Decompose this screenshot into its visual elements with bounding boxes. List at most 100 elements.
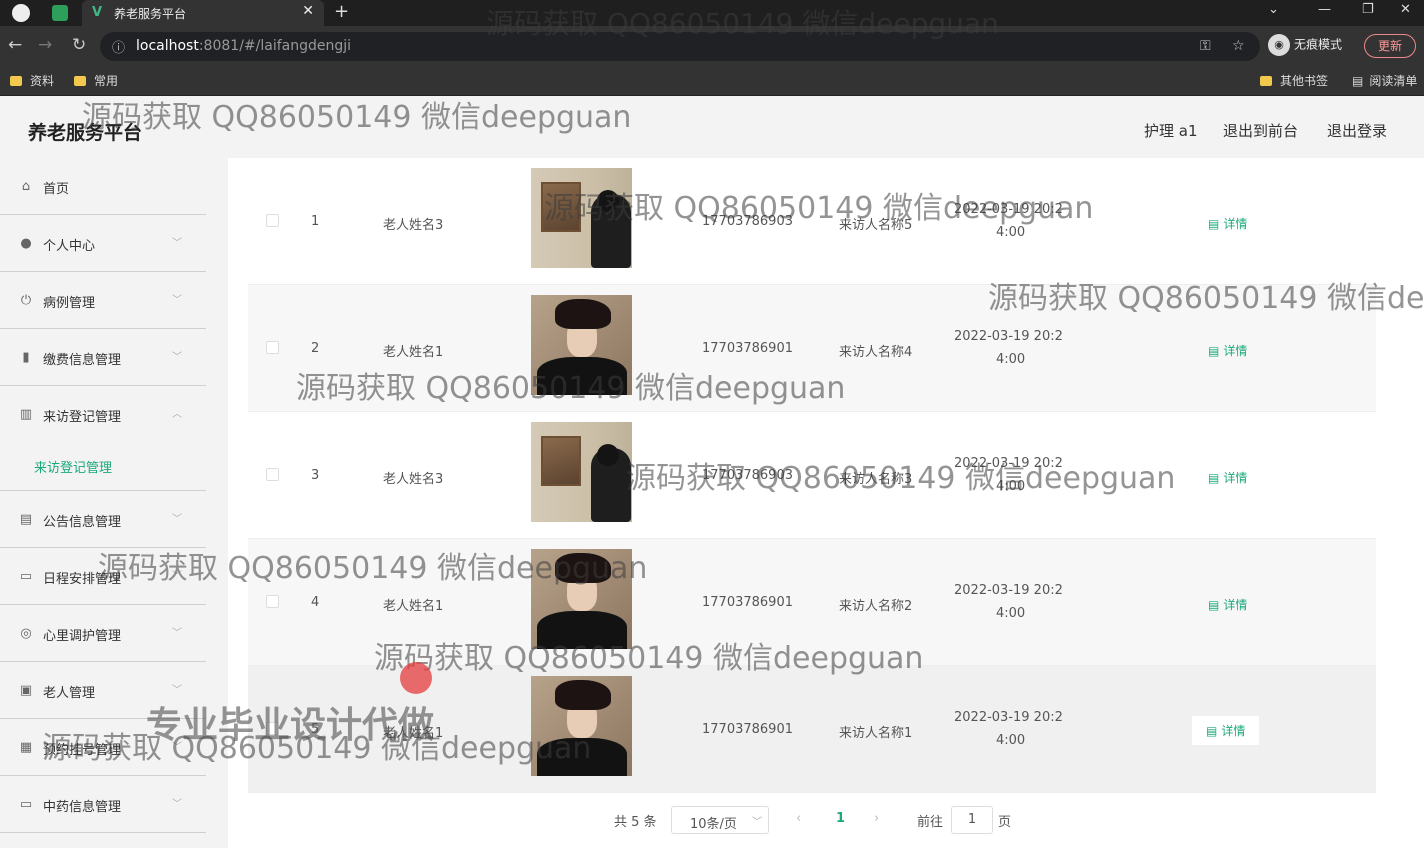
- exit-to-frontend-link[interactable]: 退出到前台: [1223, 120, 1298, 141]
- next-page-icon[interactable]: ›: [874, 811, 879, 826]
- page-number-current[interactable]: 1: [836, 811, 845, 826]
- goto-page-input[interactable]: 1: [951, 806, 993, 834]
- folder-icon: [74, 76, 86, 86]
- sidebar-item-label: 来访登记管理: [43, 410, 122, 425]
- folder-icon: [1260, 76, 1272, 86]
- bookmark-folder[interactable]: 常用: [74, 72, 118, 89]
- sidebar-item-notices[interactable]: ▤ 公告信息管理 ﹀: [0, 491, 206, 548]
- detail-button[interactable]: ▤ 详情: [1208, 215, 1247, 232]
- detail-button[interactable]: ▤ 详情: [1192, 716, 1260, 745]
- visitor-photo: [531, 549, 632, 649]
- sidebar-item-visits[interactable]: ▥ 来访登记管理 ︿: [0, 386, 206, 443]
- tab-search-icon[interactable]: ⌄: [1268, 2, 1279, 17]
- visit-time-cont: 4:00: [996, 479, 1026, 494]
- sidebar-item-label: 预约挂号管理: [43, 743, 122, 758]
- reload-icon[interactable]: ↻: [72, 35, 86, 55]
- update-button[interactable]: 更新: [1364, 34, 1416, 58]
- site-info-icon[interactable]: ⓘ: [112, 37, 125, 56]
- detail-button[interactable]: ▤ 详情: [1208, 596, 1247, 613]
- sidebar-item-label: 缴费信息管理: [43, 353, 122, 368]
- back-icon[interactable]: ←: [8, 35, 22, 55]
- key-icon[interactable]: ⚿: [1200, 38, 1211, 54]
- sidebar-item-label: 公告信息管理: [43, 515, 122, 530]
- incognito-indicator[interactable]: ◉ 无痕模式: [1268, 34, 1342, 56]
- sidebar-item-home[interactable]: ⌂ 首页: [0, 158, 206, 215]
- sidebar-item-payments[interactable]: ▮ 缴费信息管理 ﹀: [0, 329, 206, 386]
- doc-x-icon: ▣: [19, 683, 33, 698]
- phone: 17703786901: [702, 595, 793, 610]
- address-bar[interactable]: ⓘ localhost:8081/#/laifangdengji ⚿ ☆: [100, 32, 1260, 61]
- current-user-link[interactable]: 护理 a1: [1144, 120, 1198, 141]
- tab-active[interactable]: V 养老服务平台 ✕: [82, 0, 324, 26]
- sidebar-item-cases[interactable]: ⏻ 病例管理 ﹀: [0, 272, 206, 329]
- visit-time: 2022-03-19 20:2: [954, 456, 1063, 471]
- minimize-icon[interactable]: —: [1318, 2, 1331, 17]
- chevron-down-icon: ﹀: [172, 571, 182, 582]
- visitor-photo: [531, 295, 632, 395]
- visitor-photo: [531, 422, 632, 522]
- chevron-up-icon: ︿: [172, 409, 182, 420]
- sidebar-item-label: 病例管理: [43, 296, 96, 311]
- page-size-select[interactable]: 10条/页 ﹀: [671, 806, 769, 834]
- card-icon: ▭: [19, 797, 33, 812]
- app-title: 养老服务平台: [28, 122, 143, 144]
- sidebar-subitem-label: 来访登记管理: [34, 461, 113, 476]
- sidebar-subitem-visits[interactable]: 来访登记管理: [0, 441, 206, 491]
- vue-favicon-icon: V: [92, 5, 103, 20]
- prev-page-icon[interactable]: ‹: [796, 811, 801, 826]
- browser-tab-bar: V 养老服务平台 ✕ + ⌄ — ❐ ✕: [0, 0, 1424, 26]
- row-checkbox[interactable]: [266, 468, 279, 481]
- row-checkbox[interactable]: [266, 341, 279, 354]
- forward-icon[interactable]: →: [38, 35, 52, 55]
- window-close-icon[interactable]: ✕: [1400, 2, 1411, 17]
- reading-list-icon: ▤: [1352, 74, 1364, 88]
- detail-button[interactable]: ▤ 详情: [1208, 342, 1247, 359]
- maximize-icon[interactable]: ❐: [1362, 2, 1374, 17]
- bookmark-folder[interactable]: 资料: [10, 72, 54, 89]
- grid-icon: ▦: [19, 740, 33, 755]
- new-tab-icon[interactable]: +: [334, 1, 349, 22]
- sidebar-item-label: 个人中心: [43, 239, 96, 254]
- chevron-down-icon: ﹀: [172, 238, 182, 249]
- elder-name: 老人姓名3: [383, 472, 444, 487]
- other-bookmarks[interactable]: 其他书签: [1260, 72, 1328, 89]
- chevron-down-icon: ﹀: [172, 685, 182, 696]
- mouse-cursor-indicator: [400, 662, 432, 694]
- elder-name: 老人姓名3: [383, 218, 444, 233]
- power-icon: ⏻: [20, 293, 32, 308]
- sidebar-item-label: 中药信息管理: [43, 800, 122, 815]
- sidebar-item-psych-care[interactable]: ◎ 心里调护管理 ﹀: [0, 605, 206, 662]
- chevron-down-icon: ﹀: [172, 628, 182, 639]
- chevron-down-icon: ﹀: [172, 799, 182, 810]
- goto-label: 前往: [917, 815, 944, 830]
- bookmarks-bar: 资料 常用 其他书签 ▤ 阅读清单: [0, 66, 1424, 96]
- sheet-tab-icon[interactable]: [52, 5, 68, 21]
- table-row: 3 老人姓名3 17703786903 来访人名称3 2022-03-19 20…: [248, 412, 1376, 539]
- browser-globe-icon[interactable]: [12, 4, 30, 22]
- visitor-name: 来访人名称1: [839, 726, 913, 741]
- chevron-down-icon: ﹀: [172, 295, 182, 306]
- visit-time: 2022-03-19 20:2: [954, 710, 1063, 725]
- page-size-value: 10条/页: [690, 817, 737, 832]
- sidebar-item-schedule[interactable]: ▭ 日程安排管理 ﹀: [0, 548, 206, 605]
- sidebar-item-label: 心里调护管理: [43, 629, 122, 644]
- visitor-photo: [531, 676, 632, 776]
- visitor-name: 来访人名称3: [839, 472, 913, 487]
- doc-icon: ▤: [1206, 724, 1218, 738]
- chevron-down-icon: ﹀: [172, 514, 182, 525]
- chart-icon: ▥: [19, 407, 33, 422]
- user-icon: ●: [20, 236, 32, 251]
- sidebar-item-herbs[interactable]: ▭ 中药信息管理 ﹀: [0, 776, 206, 833]
- sidebar-item-label: 老人管理: [43, 686, 96, 701]
- row-checkbox[interactable]: [266, 595, 279, 608]
- close-tab-icon[interactable]: ✕: [302, 3, 314, 19]
- reading-list[interactable]: ▤ 阅读清单: [1352, 72, 1417, 89]
- sidebar-item-profile[interactable]: ● 个人中心 ﹀: [0, 215, 206, 272]
- row-checkbox[interactable]: [266, 214, 279, 227]
- row-index: 4: [311, 595, 320, 610]
- visitor-photo: [531, 168, 632, 268]
- visitor-name: 来访人名称2: [839, 599, 913, 614]
- detail-button[interactable]: ▤ 详情: [1208, 469, 1247, 486]
- star-icon[interactable]: ☆: [1232, 38, 1245, 54]
- logout-link[interactable]: 退出登录: [1327, 120, 1387, 141]
